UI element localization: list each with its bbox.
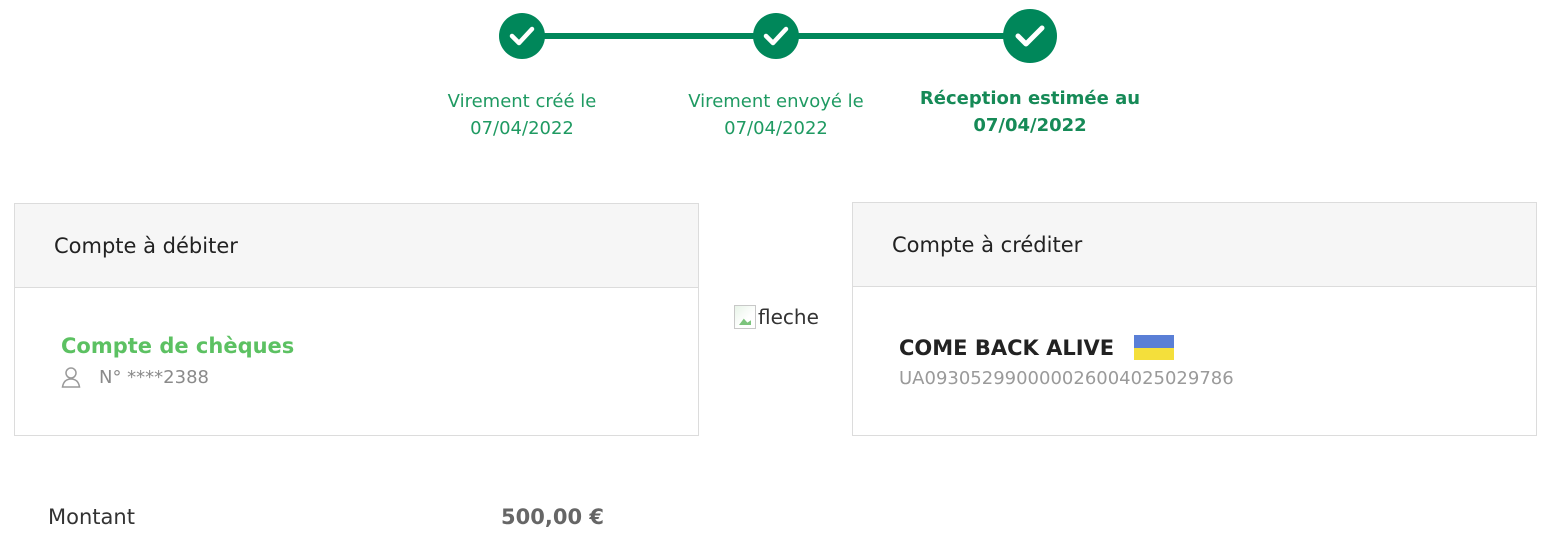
amount-label: Montant [48, 505, 135, 529]
step-2-label: Virement envoyé le 07/04/2022 [656, 88, 896, 142]
broken-image-icon [734, 305, 756, 329]
arrow-image: fleche [734, 305, 819, 329]
debit-account-number-row: N° ****2388 [61, 366, 209, 388]
user-icon [61, 367, 81, 388]
step-2-check-icon [753, 13, 799, 59]
progress-track-segment [522, 33, 776, 39]
step-3-check-icon [1003, 9, 1057, 63]
step-1-check-icon [499, 13, 545, 59]
progress-track-segment [776, 33, 1030, 39]
amount-row: Montant 500,00 € [48, 505, 604, 529]
ukraine-flag-icon [1134, 335, 1175, 360]
arrow-image-alt-text: fleche [758, 305, 819, 329]
debit-card-title: Compte à débiter [15, 204, 698, 288]
step-1-date: 07/04/2022 [470, 118, 574, 139]
amount-value: 500,00 € [501, 505, 604, 529]
beneficiary-row: COME BACK ALIVE [899, 335, 1175, 360]
step-2-title: Virement envoyé le [688, 91, 864, 112]
beneficiary-name: COME BACK ALIVE [899, 335, 1115, 360]
credit-account-card: Compte à créditer COME BACK ALIVE UA0930… [852, 202, 1537, 436]
step-1-label: Virement créé le 07/04/2022 [402, 88, 642, 142]
debit-account-name: Compte de chèques [61, 334, 295, 358]
debit-account-number: N° ****2388 [99, 366, 209, 388]
step-3-label: Réception estimée au 07/04/2022 [910, 85, 1150, 139]
beneficiary-iban: UA093052990000026004025029786 [899, 368, 1234, 389]
step-1-title: Virement créé le [447, 91, 597, 112]
transfer-progress-stepper: Virement créé le 07/04/2022 Virement env… [0, 0, 1542, 160]
step-3-title: Réception estimée au [919, 88, 1141, 109]
step-3-date: 07/04/2022 [973, 115, 1087, 136]
credit-card-title: Compte à créditer [853, 203, 1536, 287]
debit-account-card: Compte à débiter Compte de chèques N° **… [14, 203, 699, 436]
step-2-date: 07/04/2022 [724, 118, 828, 139]
